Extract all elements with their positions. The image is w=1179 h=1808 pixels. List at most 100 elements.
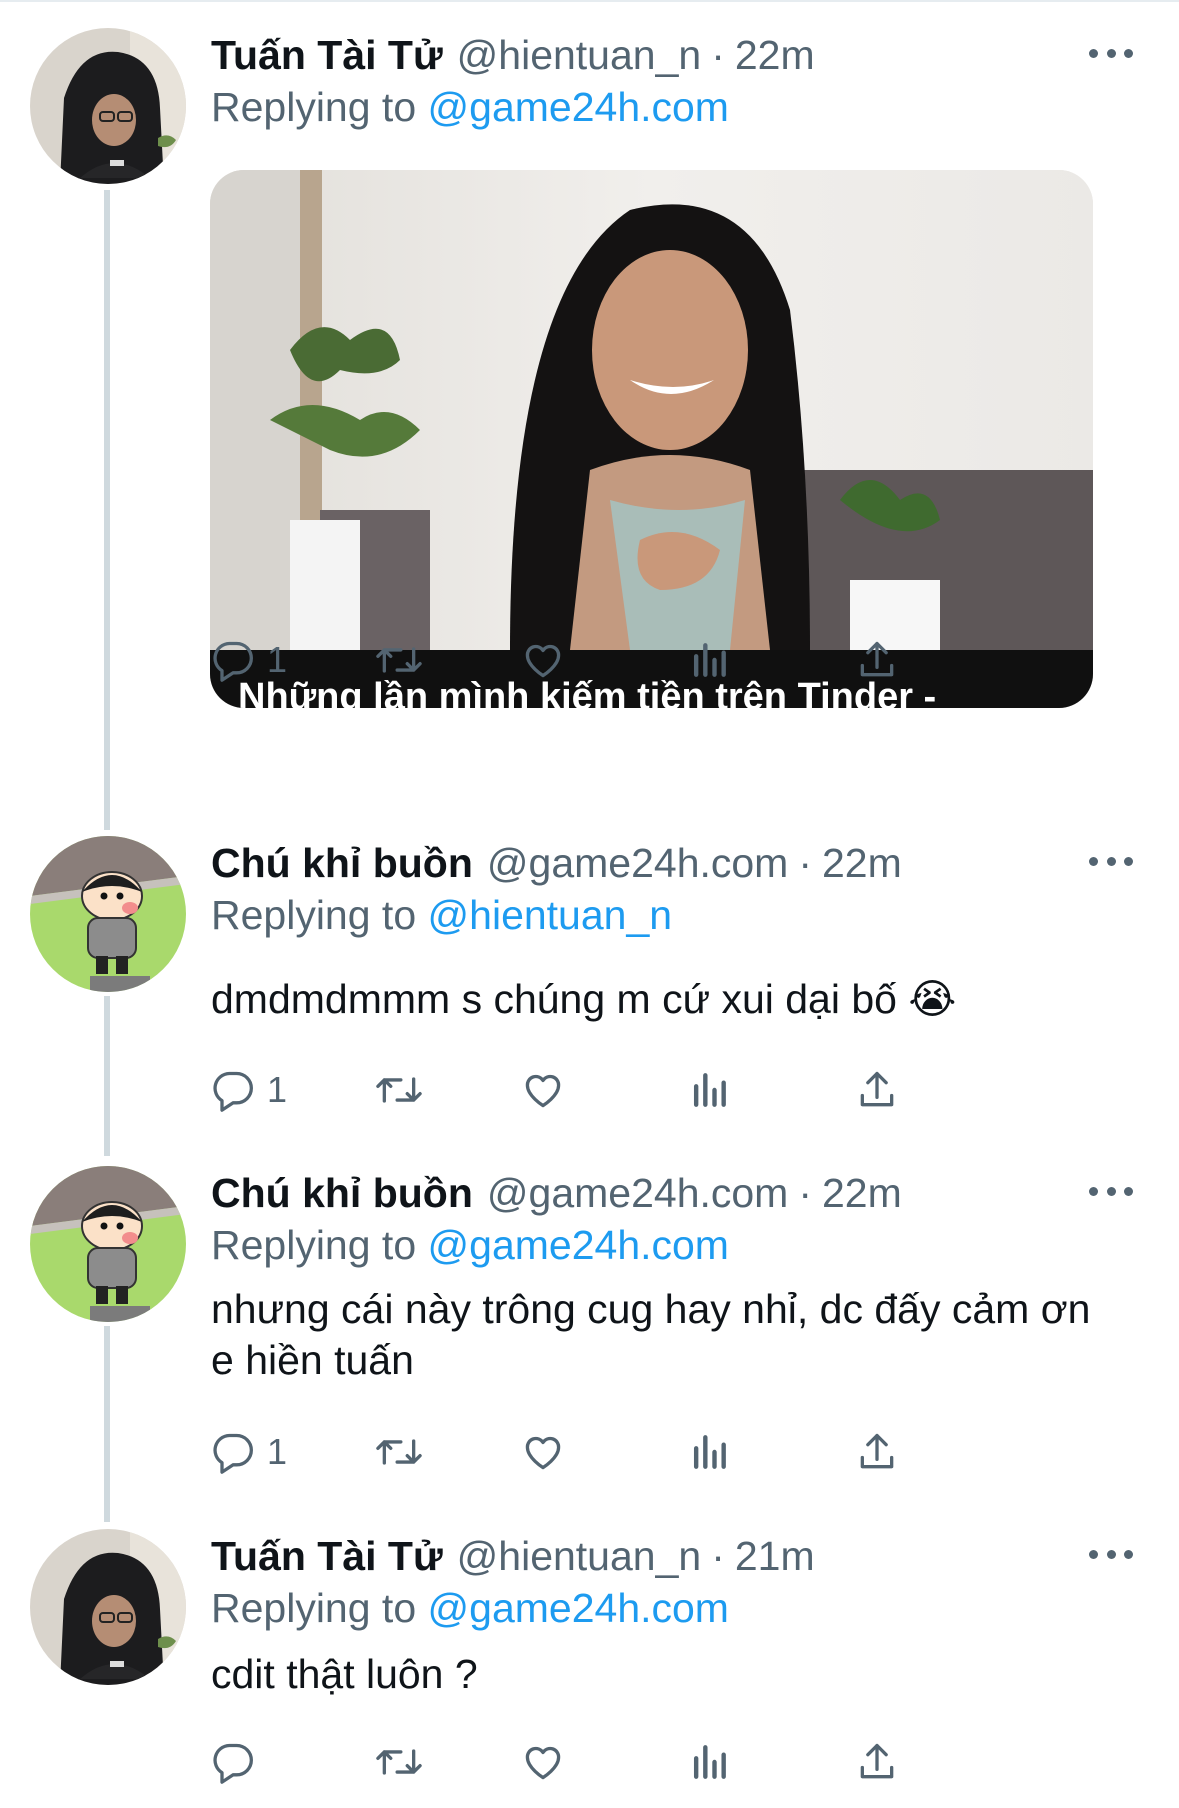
tweet-text: nhưng cái này trông cug hay nhỉ, dc đấy … [211,1286,1091,1383]
share-button[interactable] [855,1424,899,1480]
reply-button[interactable] [211,1734,267,1790]
tweet-actions [211,1734,1061,1790]
tweet-actions: 1 [211,1062,1061,1118]
heart-icon [525,1074,561,1108]
replying-to: Replying to @game24h.com [211,1581,729,1635]
reply-button[interactable]: 1 [211,1424,287,1480]
more-icon[interactable] [1089,850,1133,872]
username[interactable]: @game24h.com [487,1166,788,1220]
replying-label: Replying to [211,892,417,938]
reply-icon [213,1071,253,1112]
more-icon[interactable] [1089,1180,1133,1202]
reply-count: 1 [267,639,288,680]
display-name[interactable]: Chú khỉ buồn [211,836,473,890]
display-name[interactable]: Tuấn Tài Tử [211,28,443,82]
views-icon [693,643,726,677]
video-thumbnail-image [210,170,1093,708]
avatar-cartoon-image [30,836,186,992]
heart-icon [525,644,561,678]
avatar-hooded-person-image [30,28,186,184]
tweet-actions: 1 [211,1424,1061,1480]
timestamp[interactable]: 21m [735,1529,815,1583]
display-name[interactable]: Chú khỉ buồn [211,1166,473,1220]
retweet-icon [376,647,422,673]
reply-icon [213,1743,253,1784]
replying-mention-link[interactable]: @game24h.com [428,84,729,130]
timestamp[interactable]: 22m [735,28,815,82]
share-button[interactable] [855,632,899,688]
heart-icon [525,1746,561,1780]
like-button[interactable] [521,1062,565,1118]
username[interactable]: @hientuan_n [457,1529,702,1583]
share-icon [860,1743,894,1779]
timestamp[interactable]: 22m [822,1166,902,1220]
separator-dot: · [798,840,812,886]
replying-to: Replying to @game24h.com [211,1218,729,1272]
retweet-icon [376,1077,422,1103]
tweet-header: Chú khỉ buồn @game24h.com · 22m [211,1166,902,1220]
views-button[interactable] [689,632,729,688]
avatar-cartoon-image [30,1166,186,1322]
tweet-header: Tuấn Tài Tử @hientuan_n · 22m [211,28,815,82]
username[interactable]: @hientuan_n [457,28,702,82]
retweet-button[interactable] [374,1734,424,1790]
top-divider [0,0,1179,2]
reply-count: 1 [267,1431,288,1472]
tweet-text: cdit thật luôn ? [211,1651,478,1697]
share-button[interactable] [855,1062,899,1118]
separator-dot: · [711,32,725,78]
reply-icon [213,641,253,682]
replying-label: Replying to [211,1585,417,1631]
views-icon [693,1745,726,1779]
share-icon [860,641,894,677]
share-button[interactable] [855,1734,899,1790]
replying-to: Replying to @hientuan_n [211,888,672,942]
separator-dot: · [711,1533,725,1579]
retweet-button[interactable] [374,1424,424,1480]
avatar[interactable] [30,836,186,992]
tweet-header: Tuấn Tài Tử @hientuan_n · 21m [211,1529,815,1583]
display-name[interactable]: Tuấn Tài Tử [211,1529,443,1583]
views-button[interactable] [689,1424,729,1480]
retweet-button[interactable] [374,632,424,688]
replying-mention-link[interactable]: @game24h.com [428,1222,729,1268]
views-icon [693,1073,726,1107]
tweet-actions: 1 [211,632,1061,688]
replying-mention-link[interactable]: @hientuan_n [428,892,673,938]
heart-icon [525,1436,561,1470]
retweet-button[interactable] [374,1062,424,1118]
reply-button[interactable]: 1 [211,632,287,688]
video-media[interactable]: Những lần mình kiếm tiền trên Tinder - [210,170,1093,708]
tweet-header: Chú khỉ buồn @game24h.com · 22m [211,836,902,890]
reply-button[interactable]: 1 [211,1062,287,1118]
views-button[interactable] [689,1734,729,1790]
replying-label: Replying to [211,1222,417,1268]
username[interactable]: @game24h.com [487,836,788,890]
replying-mention-link[interactable]: @game24h.com [428,1585,729,1631]
replying-label: Replying to [211,84,417,130]
separator-dot: · [798,1170,812,1216]
replying-to: Replying to @game24h.com [211,80,729,134]
share-icon [860,1433,894,1469]
share-icon [860,1071,894,1107]
more-icon[interactable] [1089,42,1133,64]
tweet[interactable]: Tuấn Tài Tử @hientuan_n · 22m Replying t… [0,28,1179,788]
reply-icon [213,1433,253,1474]
retweet-icon [376,1749,422,1775]
views-button[interactable] [689,1062,729,1118]
like-button[interactable] [521,1424,565,1480]
tweet[interactable]: Chú khỉ buồn @game24h.com · 22m Replying… [0,1166,1179,1496]
like-button[interactable] [521,1734,565,1790]
views-icon [693,1435,726,1469]
avatar[interactable] [30,1529,186,1685]
avatar[interactable] [30,28,186,184]
like-button[interactable] [521,632,565,688]
avatar-hooded-person-image [30,1529,186,1685]
tweet[interactable]: Chú khỉ buồn @game24h.com · 22m Replying… [0,836,1179,1136]
timestamp[interactable]: 22m [822,836,902,890]
tweet[interactable]: Tuấn Tài Tử @hientuan_n · 21m Replying t… [0,1529,1179,1808]
avatar[interactable] [30,1166,186,1322]
tweet-text: dmdmdmmm s chúng m cứ xui dại bố 😭 [211,976,957,1022]
more-icon[interactable] [1089,1543,1133,1565]
retweet-icon [376,1439,422,1465]
